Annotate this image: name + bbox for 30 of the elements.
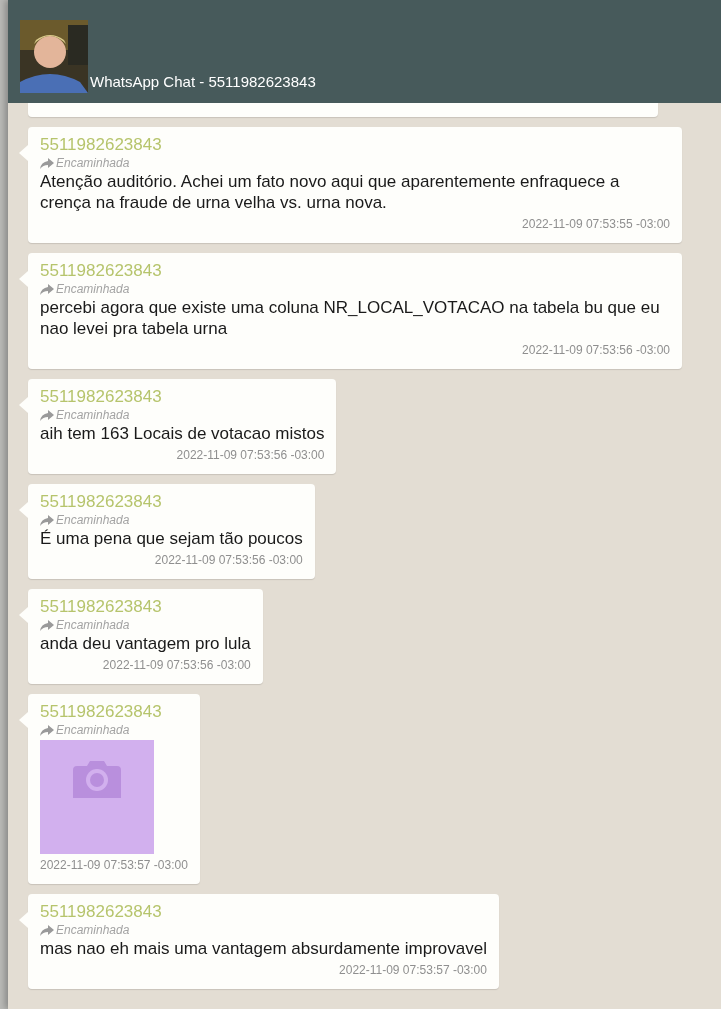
sender-name: 5511982623843 <box>40 701 163 723</box>
sender-name: 5511982623843 <box>40 901 163 923</box>
timestamp: 2022-11-09 07:53:55 -03:00 <box>521 216 670 233</box>
forwarded-label: Encaminhada <box>56 156 130 171</box>
timestamp: 2022-11-09 07:53:56 -03:00 <box>153 552 303 569</box>
camera-icon <box>73 760 121 798</box>
forwarded-label: Encaminhada <box>56 282 130 297</box>
message-text: É uma pena que sejam tão poucos <box>40 528 303 549</box>
message-text: mas nao eh mais uma vantagem absurdamente improvavel <box>40 938 487 959</box>
sender-name: 5511982623843 <box>40 386 163 408</box>
message-text: percebi agora que existe uma coluna NR_LOCAL_VOTACAO na tabela bu que eu nao levei pra tabela urna <box>40 297 661 339</box>
forwarded-label: Encaminhada <box>56 618 130 633</box>
timestamp: 2022-11-09 07:53:56 -03:00 <box>521 342 670 359</box>
forwarded-label: Encaminhada <box>56 513 130 528</box>
timestamp: 2022-11-09 07:53:56 -03:00 <box>101 657 251 674</box>
forwarded-label: Encaminhada <box>56 923 130 938</box>
sender-name: 5511982623843 <box>40 260 163 282</box>
sender-name: 5511982623843 <box>40 134 163 156</box>
timestamp: 2022-11-09 07:53:57 -03:00 <box>338 962 487 979</box>
window-title: WhatsApp Chat - 5511982623843 <box>90 73 316 92</box>
message-text: Atenção auditório. Achei um fato novo aqui que aparentemente enfraquece a crença na fraude de urna velha vs. urna nova. <box>40 171 621 213</box>
sender-name: 5511982623843 <box>40 491 163 513</box>
image-placeholder[interactable] <box>40 740 154 854</box>
message-text: aih tem 163 Locais de votacao mistos <box>40 423 325 444</box>
forwarded-label: Encaminhada <box>56 408 130 423</box>
message-text: anda deu vantagem pro lula <box>40 633 251 654</box>
timestamp: 2022-11-09 07:53:56 -03:00 <box>175 447 325 464</box>
forwarded-label: Encaminhada <box>56 723 130 738</box>
sender-name: 5511982623843 <box>40 596 163 618</box>
timestamp: 2022-11-09 07:53:57 -03:00 <box>40 857 188 874</box>
